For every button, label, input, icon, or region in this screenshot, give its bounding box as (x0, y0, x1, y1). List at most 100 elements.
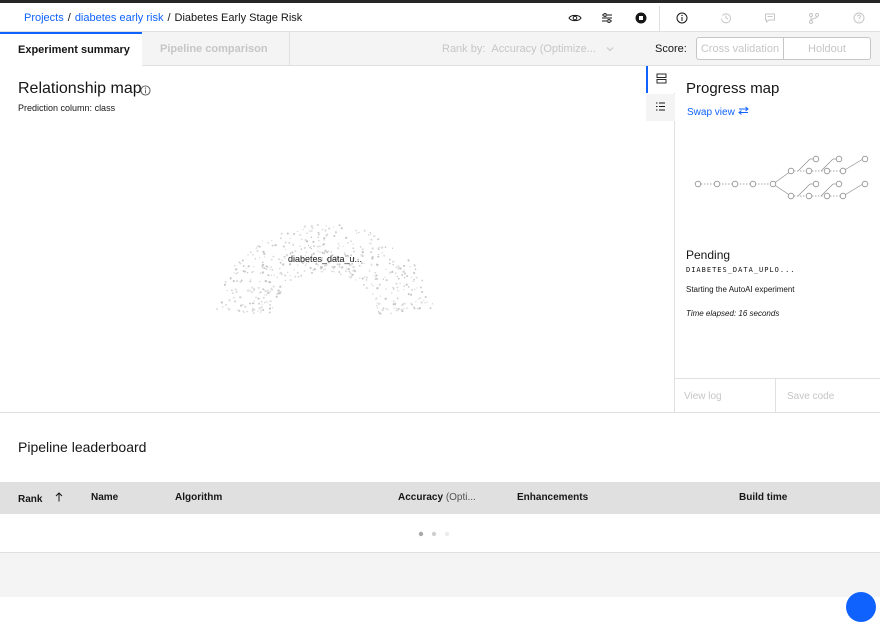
scatter-point (317, 250, 319, 253)
scatter-point (406, 307, 408, 309)
scatter-point (374, 277, 376, 280)
scatter-point (262, 250, 265, 253)
info-icon[interactable] (672, 8, 692, 28)
tab-pipeline-comparison[interactable]: Pipeline comparison (142, 32, 290, 66)
branch-icon[interactable] (804, 8, 824, 28)
scatter-point (309, 267, 312, 269)
scatter-point (385, 288, 387, 290)
scatter-point (307, 244, 310, 247)
scatter-point (361, 277, 364, 280)
scatter-point (257, 286, 260, 289)
swap-view-link[interactable]: Swap view (687, 106, 749, 118)
name-column-header[interactable]: Name (91, 492, 118, 503)
scatter-point (321, 271, 323, 273)
scatter-point (355, 232, 358, 235)
help-icon[interactable] (849, 8, 869, 28)
scatter-point (385, 279, 388, 282)
scatter-point (271, 259, 273, 261)
score-label: Score: (655, 43, 687, 55)
enhancements-column-header[interactable]: Enhancements (517, 492, 588, 503)
scatter-point (309, 247, 311, 249)
scatter-point (349, 271, 351, 274)
scatter-point (319, 251, 321, 253)
scatter-point (403, 264, 406, 267)
accuracy-column-header[interactable]: Accuracy (Opti... (398, 492, 476, 503)
scatter-point (280, 232, 283, 235)
breadcrumb-project-link[interactable]: diabetes early risk (75, 12, 164, 24)
scatter-point (310, 236, 313, 239)
scatter-point (413, 264, 415, 266)
chat-icon[interactable] (760, 8, 780, 28)
scatter-point (249, 280, 252, 283)
view-switcher (646, 66, 675, 412)
rank-column-header[interactable]: Rank (18, 492, 63, 505)
scatter-point (395, 309, 399, 312)
scatter-point (258, 292, 260, 294)
scatter-point (371, 247, 374, 250)
scatter-point (340, 227, 343, 230)
stop-icon[interactable] (631, 8, 651, 28)
leaderboard-title: Pipeline leaderboard (18, 439, 147, 455)
cross-validation-button[interactable]: Cross validation (696, 37, 784, 60)
scatter-point (375, 274, 378, 277)
scatter-point (321, 228, 324, 231)
scatter-point (348, 275, 350, 278)
scatter-point (259, 257, 261, 259)
scatter-point (311, 272, 313, 274)
algorithm-column-header[interactable]: Algorithm (175, 492, 222, 503)
card-view-button[interactable] (646, 66, 675, 93)
list-view-button[interactable] (646, 94, 675, 121)
progress-map-panel: Progress map Swap view Pending DIABETES_… (675, 66, 880, 413)
info-icon[interactable] (140, 83, 151, 101)
scatter-point (384, 297, 387, 300)
tab-experiment-summary[interactable]: Experiment summary (0, 32, 142, 66)
scatter-point (269, 291, 271, 294)
scatter-point (312, 244, 316, 248)
toolbar: Experiment summary Pipeline comparison R… (0, 32, 880, 66)
history-icon[interactable] (716, 8, 736, 28)
scatter-point (424, 296, 427, 298)
scatter-point (270, 239, 273, 242)
scatter-point (379, 246, 381, 248)
build-time-column-header[interactable]: Build time (739, 492, 787, 503)
scatter-point (420, 301, 423, 304)
scatter-point (407, 286, 410, 288)
scatter-point (416, 287, 418, 289)
scatter-point (252, 302, 255, 305)
scatter-point (227, 307, 229, 309)
scatter-point (324, 268, 326, 270)
scatter-point (352, 250, 355, 253)
scatter-point (400, 308, 403, 311)
scatter-point (395, 266, 397, 269)
rank-by-dropdown[interactable]: Rank by: Accuracy (Optimize... (442, 43, 614, 55)
scatter-point (261, 303, 263, 305)
scatter-point (410, 293, 413, 296)
scatter-point (263, 289, 267, 292)
scatter-point (259, 291, 262, 294)
scatter-point (235, 272, 237, 275)
view-log-button[interactable]: View log (675, 379, 776, 413)
scatter-point (385, 307, 388, 310)
scatter-point (264, 279, 267, 283)
holdout-button[interactable]: Holdout (784, 37, 871, 60)
scatter-point (280, 290, 282, 293)
scatter-point (389, 271, 392, 274)
scatter-point (355, 279, 357, 281)
scatter-point (410, 276, 413, 278)
scatter-point (240, 279, 243, 282)
breadcrumb-projects-link[interactable]: Projects (24, 12, 64, 24)
scatter-point (255, 296, 257, 299)
scatter-point (349, 264, 352, 267)
scatter-point (352, 243, 354, 245)
eye-icon[interactable] (565, 8, 585, 28)
sliders-icon[interactable] (597, 8, 617, 28)
scatter-point (317, 236, 319, 239)
scatter-point (268, 280, 272, 284)
scatter-point (402, 302, 405, 305)
save-code-button[interactable]: Save code (777, 379, 880, 413)
dataset-node-label[interactable]: diabetes_data_u... (288, 254, 362, 264)
scatter-point (338, 266, 341, 269)
scatter-point (405, 283, 408, 286)
scatter-point (369, 233, 372, 235)
scatter-point (233, 300, 237, 303)
